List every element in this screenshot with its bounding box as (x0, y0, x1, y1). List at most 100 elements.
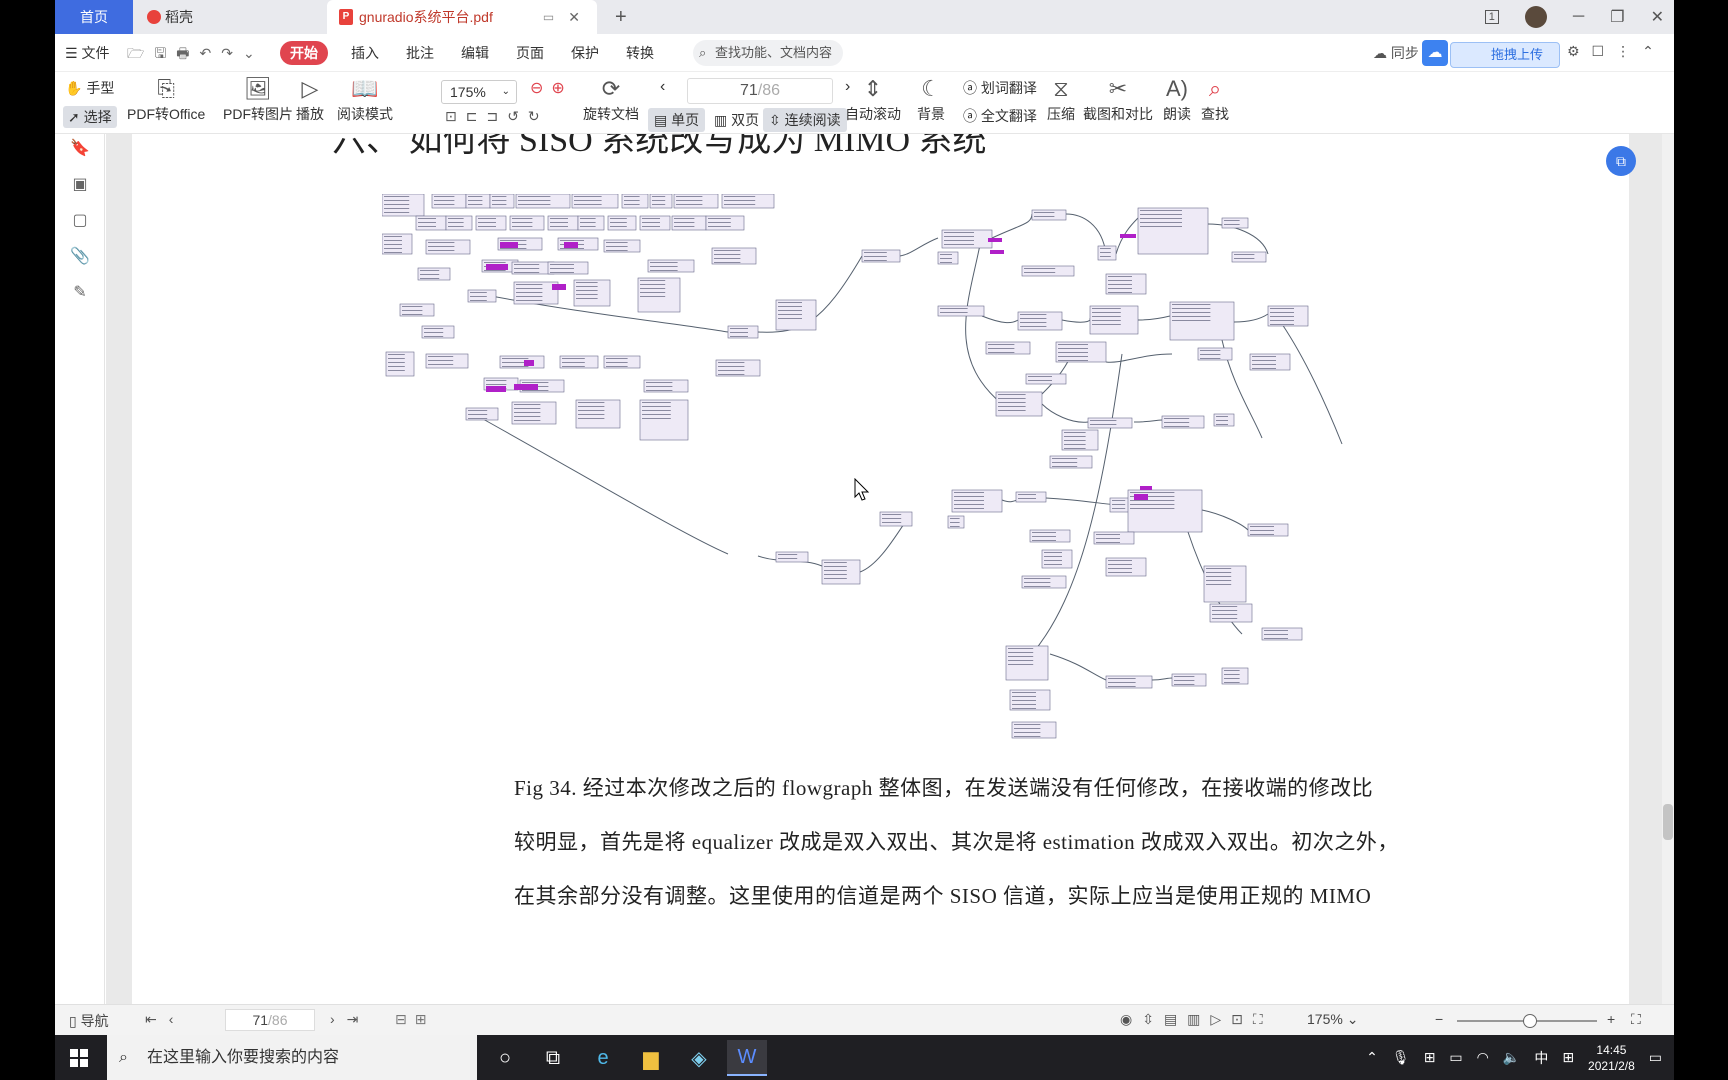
auto-scroll-button[interactable]: ⇕ 自动滚动 (845, 74, 901, 124)
float-window-icon[interactable]: ▭ (543, 10, 554, 24)
document-view[interactable]: 六、 如何将 SISO 系统改写成为 MIMO 系统 Fig 34. 经过本次修… (106, 134, 1674, 1004)
bookmark-icon[interactable]: 🔖 (69, 138, 91, 160)
zoom-select[interactable]: 175% ⌄ (441, 80, 517, 104)
taskbar-search-input[interactable]: ⌕ 在这里输入你要搜索的内容 (107, 1035, 477, 1080)
flowgraph-block-text (730, 328, 748, 329)
flowgraph-block-text (1044, 560, 1062, 561)
drag-upload-button[interactable]: 拖拽上传 (1450, 42, 1560, 68)
status-zoom[interactable]: 175% ⌄ (1307, 1011, 1358, 1028)
edge-icon[interactable]: e (583, 1040, 623, 1076)
menu-insert[interactable]: 插入 (351, 43, 379, 63)
vertical-scrollbar[interactable] (1662, 134, 1674, 1004)
status-page-input[interactable]: 71/86 (225, 1009, 315, 1031)
screenshot-compare-button[interactable]: ✂ 截图和对比 (1083, 74, 1153, 124)
sync-button[interactable]: ☁ 同步 (1373, 43, 1419, 63)
attachment-icon[interactable]: 📎 (69, 246, 91, 268)
notification-icon[interactable]: ▭ (1649, 1049, 1662, 1066)
menu-protect[interactable]: 保护 (571, 43, 599, 63)
flowgraph-block-text (724, 200, 756, 201)
play-button[interactable]: ▷ 播放 (296, 74, 324, 124)
flowgraph-block-text (492, 200, 507, 201)
flowgraph-block-text (1014, 736, 1041, 737)
pdf-to-office-button[interactable]: ⎘ PDF转Office (127, 74, 205, 124)
scrollbar-thumb[interactable] (1663, 804, 1673, 840)
page-number-input[interactable]: 71/86 (687, 78, 833, 104)
menu-annotate[interactable]: 批注 (406, 43, 434, 63)
comment-icon[interactable]: ▢ (69, 210, 91, 232)
rotate-document-button[interactable]: ⟳ 旋转文档 (583, 74, 639, 124)
tab-docer[interactable]: 稻壳 (135, 0, 325, 34)
flowgraph-block-text (730, 332, 748, 333)
nav-toggle[interactable]: ▯ 导航 (69, 1011, 109, 1031)
search-input[interactable]: ⌕ 查找功能、文档内容 (693, 40, 843, 66)
view-mode-icons[interactable]: ◉⇳▤▥▷⊡⛶ (1120, 1011, 1273, 1028)
read-aloud-button[interactable]: A) 朗读 (1163, 74, 1191, 124)
read-mode-button[interactable]: 📖 阅读模式 (337, 74, 393, 124)
header-actions[interactable]: ⚙☐⋮⌃ (1567, 43, 1666, 60)
continuous-read-button[interactable]: ⇳ 连续阅读 (763, 108, 847, 132)
zoom-out-in-icons[interactable]: ⊖⊕ (530, 78, 573, 98)
float-tool-icon[interactable]: ⧉ (1606, 146, 1636, 176)
cortana-icon[interactable]: ○ (485, 1040, 525, 1076)
thumbnail-icon[interactable]: ▣ (69, 174, 91, 196)
volume-icon[interactable]: 🔈 (1503, 1049, 1520, 1066)
battery-icon[interactable]: ▭ (1449, 1049, 1462, 1066)
menu-convert[interactable]: 转换 (626, 43, 654, 63)
flowgraph-block-text (1052, 458, 1078, 459)
menu-start[interactable]: 开始 (280, 41, 328, 65)
background-button[interactable]: ☾ 背景 (917, 74, 945, 124)
flowgraph-block-text (518, 200, 551, 201)
full-translate-button[interactable]: ⓐ 全文翻译 (963, 106, 1037, 126)
flowgraph-block-text (384, 252, 402, 253)
tab-home[interactable]: 首页 (55, 0, 133, 34)
minimize-icon[interactable]: ─ (1573, 8, 1584, 26)
prev-page-icon[interactable]: ‹ (660, 78, 665, 96)
tab-pdf-document[interactable]: P gnuradio系统平台.pdf ▭ ✕ (327, 0, 597, 34)
keyboard-icon[interactable]: ⊞ (1562, 1049, 1574, 1066)
menu-file[interactable]: ☰ 文件 (65, 43, 109, 63)
window-count-icon[interactable]: 1 (1484, 10, 1499, 24)
flowgraph-block-text (676, 196, 703, 197)
chevron-up-icon[interactable]: ⌃ (1366, 1049, 1378, 1066)
zoom-slider-knob[interactable] (1522, 1014, 1537, 1028)
first-prev-page-icons[interactable]: ⇤‹ (145, 1011, 185, 1028)
zoom-in-icon[interactable]: + (1607, 1011, 1615, 1027)
flowgraph-block-text (1172, 304, 1211, 305)
new-tab-button[interactable]: + (615, 0, 627, 34)
compress-button[interactable]: ⧖ 压缩 (1047, 74, 1075, 124)
flowgraph-block-text (1140, 222, 1182, 223)
zoom-out-icon[interactable]: − (1435, 1011, 1443, 1027)
double-page-button[interactable]: ▥ 双页 (708, 108, 765, 132)
cloud-upload-icon[interactable]: ☁ (1422, 40, 1448, 66)
next-last-page-icons[interactable]: ›⇥ (330, 1011, 370, 1028)
restore-icon[interactable]: ❐ (1610, 7, 1624, 27)
network-icon[interactable]: ⊞ (1424, 1049, 1436, 1066)
word-translate-button[interactable]: ⓐ 划词翻译 (963, 78, 1037, 98)
hand-tool[interactable]: ✋ 手型 (65, 78, 114, 98)
history-nav-icons[interactable]: ⊟⊞ (395, 1011, 434, 1028)
app-icon[interactable]: ◈ (679, 1040, 719, 1076)
microphone-icon[interactable]: 🎙 (1392, 1049, 1410, 1066)
wps-taskbar-icon[interactable]: W (727, 1040, 767, 1076)
menu-edit[interactable]: 编辑 (461, 43, 489, 63)
zoom-slider[interactable] (1457, 1014, 1597, 1028)
fullscreen-icon[interactable]: ⛶ (1631, 1011, 1641, 1028)
select-tool[interactable]: ➚ 选择 (63, 106, 117, 128)
view-fit-icons[interactable]: ⊡⊏⊐↺↻ (445, 108, 549, 125)
file-explorer-icon[interactable]: ▆ (631, 1040, 671, 1076)
close-window-icon[interactable]: ✕ (1651, 7, 1664, 27)
single-page-button[interactable]: ▤ 单页 (648, 108, 706, 132)
wifi-icon[interactable]: ◠ (1477, 1049, 1489, 1066)
pdf-to-image-button[interactable]: 🖼 PDF转图片 (223, 74, 293, 124)
flowgraph-block-text (518, 204, 551, 205)
avatar[interactable] (1524, 6, 1547, 28)
find-button[interactable]: ⌕ 查找 (1201, 74, 1229, 124)
clock[interactable]: 14:45 2021/2/8 (1588, 1042, 1635, 1074)
ime-indicator[interactable]: 中 (1534, 1048, 1548, 1068)
quick-access-icons[interactable]: 🗁🖫🖶↶↷⌄ (127, 43, 265, 67)
windows-start-button[interactable] (55, 1035, 103, 1080)
menu-page[interactable]: 页面 (516, 43, 544, 63)
signature-icon[interactable]: ✎ (69, 282, 91, 304)
close-tab-icon[interactable]: ✕ (568, 9, 580, 26)
task-view-icon[interactable]: ⧉ (533, 1040, 573, 1076)
